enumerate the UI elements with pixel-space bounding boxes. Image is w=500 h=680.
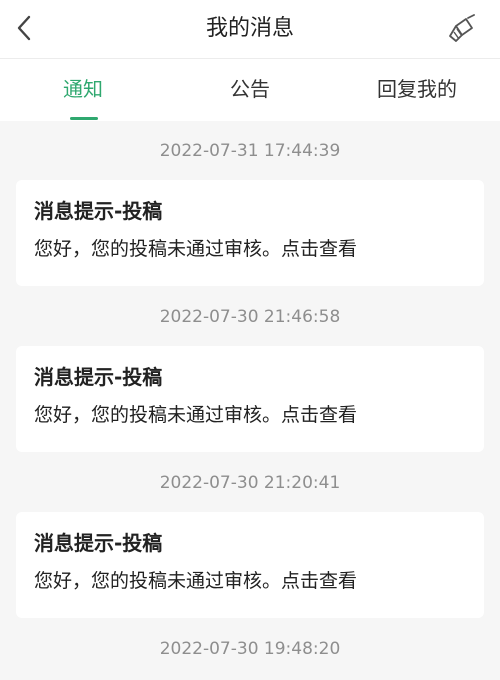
tab-bar: 通知 公告 回复我的 [0, 58, 500, 121]
message-title: 消息提示-投稿 [34, 365, 163, 389]
message-title: 消息提示-投稿 [34, 531, 163, 555]
tab-announcements[interactable]: 公告 [166, 59, 334, 121]
message-card[interactable]: 消息提示-投稿 您好，您的投稿未通过审核。点击查看 [16, 180, 484, 286]
message-timestamp: 2022-07-30 21:46:58 [159, 307, 341, 327]
message-body: 您好，您的投稿未通过审核。点击查看 [34, 570, 358, 592]
message-list[interactable]: 2022-07-31 17:44:39 消息提示-投稿 您好，您的投稿未通过审核… [0, 120, 500, 678]
broom-icon [449, 14, 475, 42]
message-body: 您好，您的投稿未通过审核。点击查看 [34, 404, 358, 426]
clear-messages-button[interactable] [448, 14, 478, 44]
message-timestamp: 2022-07-31 17:44:39 [159, 141, 341, 161]
tab-notifications[interactable]: 通知 [0, 59, 166, 121]
message-timestamp: 2022-07-30 19:48:20 [159, 639, 341, 659]
page-title: 我的消息 [205, 16, 294, 41]
top-bar: 我的消息 [0, 0, 500, 58]
tab-replies-to-me[interactable]: 回复我的 [334, 59, 500, 121]
message-body: 您好，您的投稿未通过审核。点击查看 [34, 238, 358, 260]
message-title: 消息提示-投稿 [34, 199, 163, 223]
message-card[interactable]: 消息提示-投稿 您好，您的投稿未通过审核。点击查看 [16, 512, 484, 618]
message-timestamp: 2022-07-30 21:20:41 [159, 473, 341, 493]
message-card[interactable]: 消息提示-投稿 您好，您的投稿未通过审核。点击查看 [16, 346, 484, 452]
